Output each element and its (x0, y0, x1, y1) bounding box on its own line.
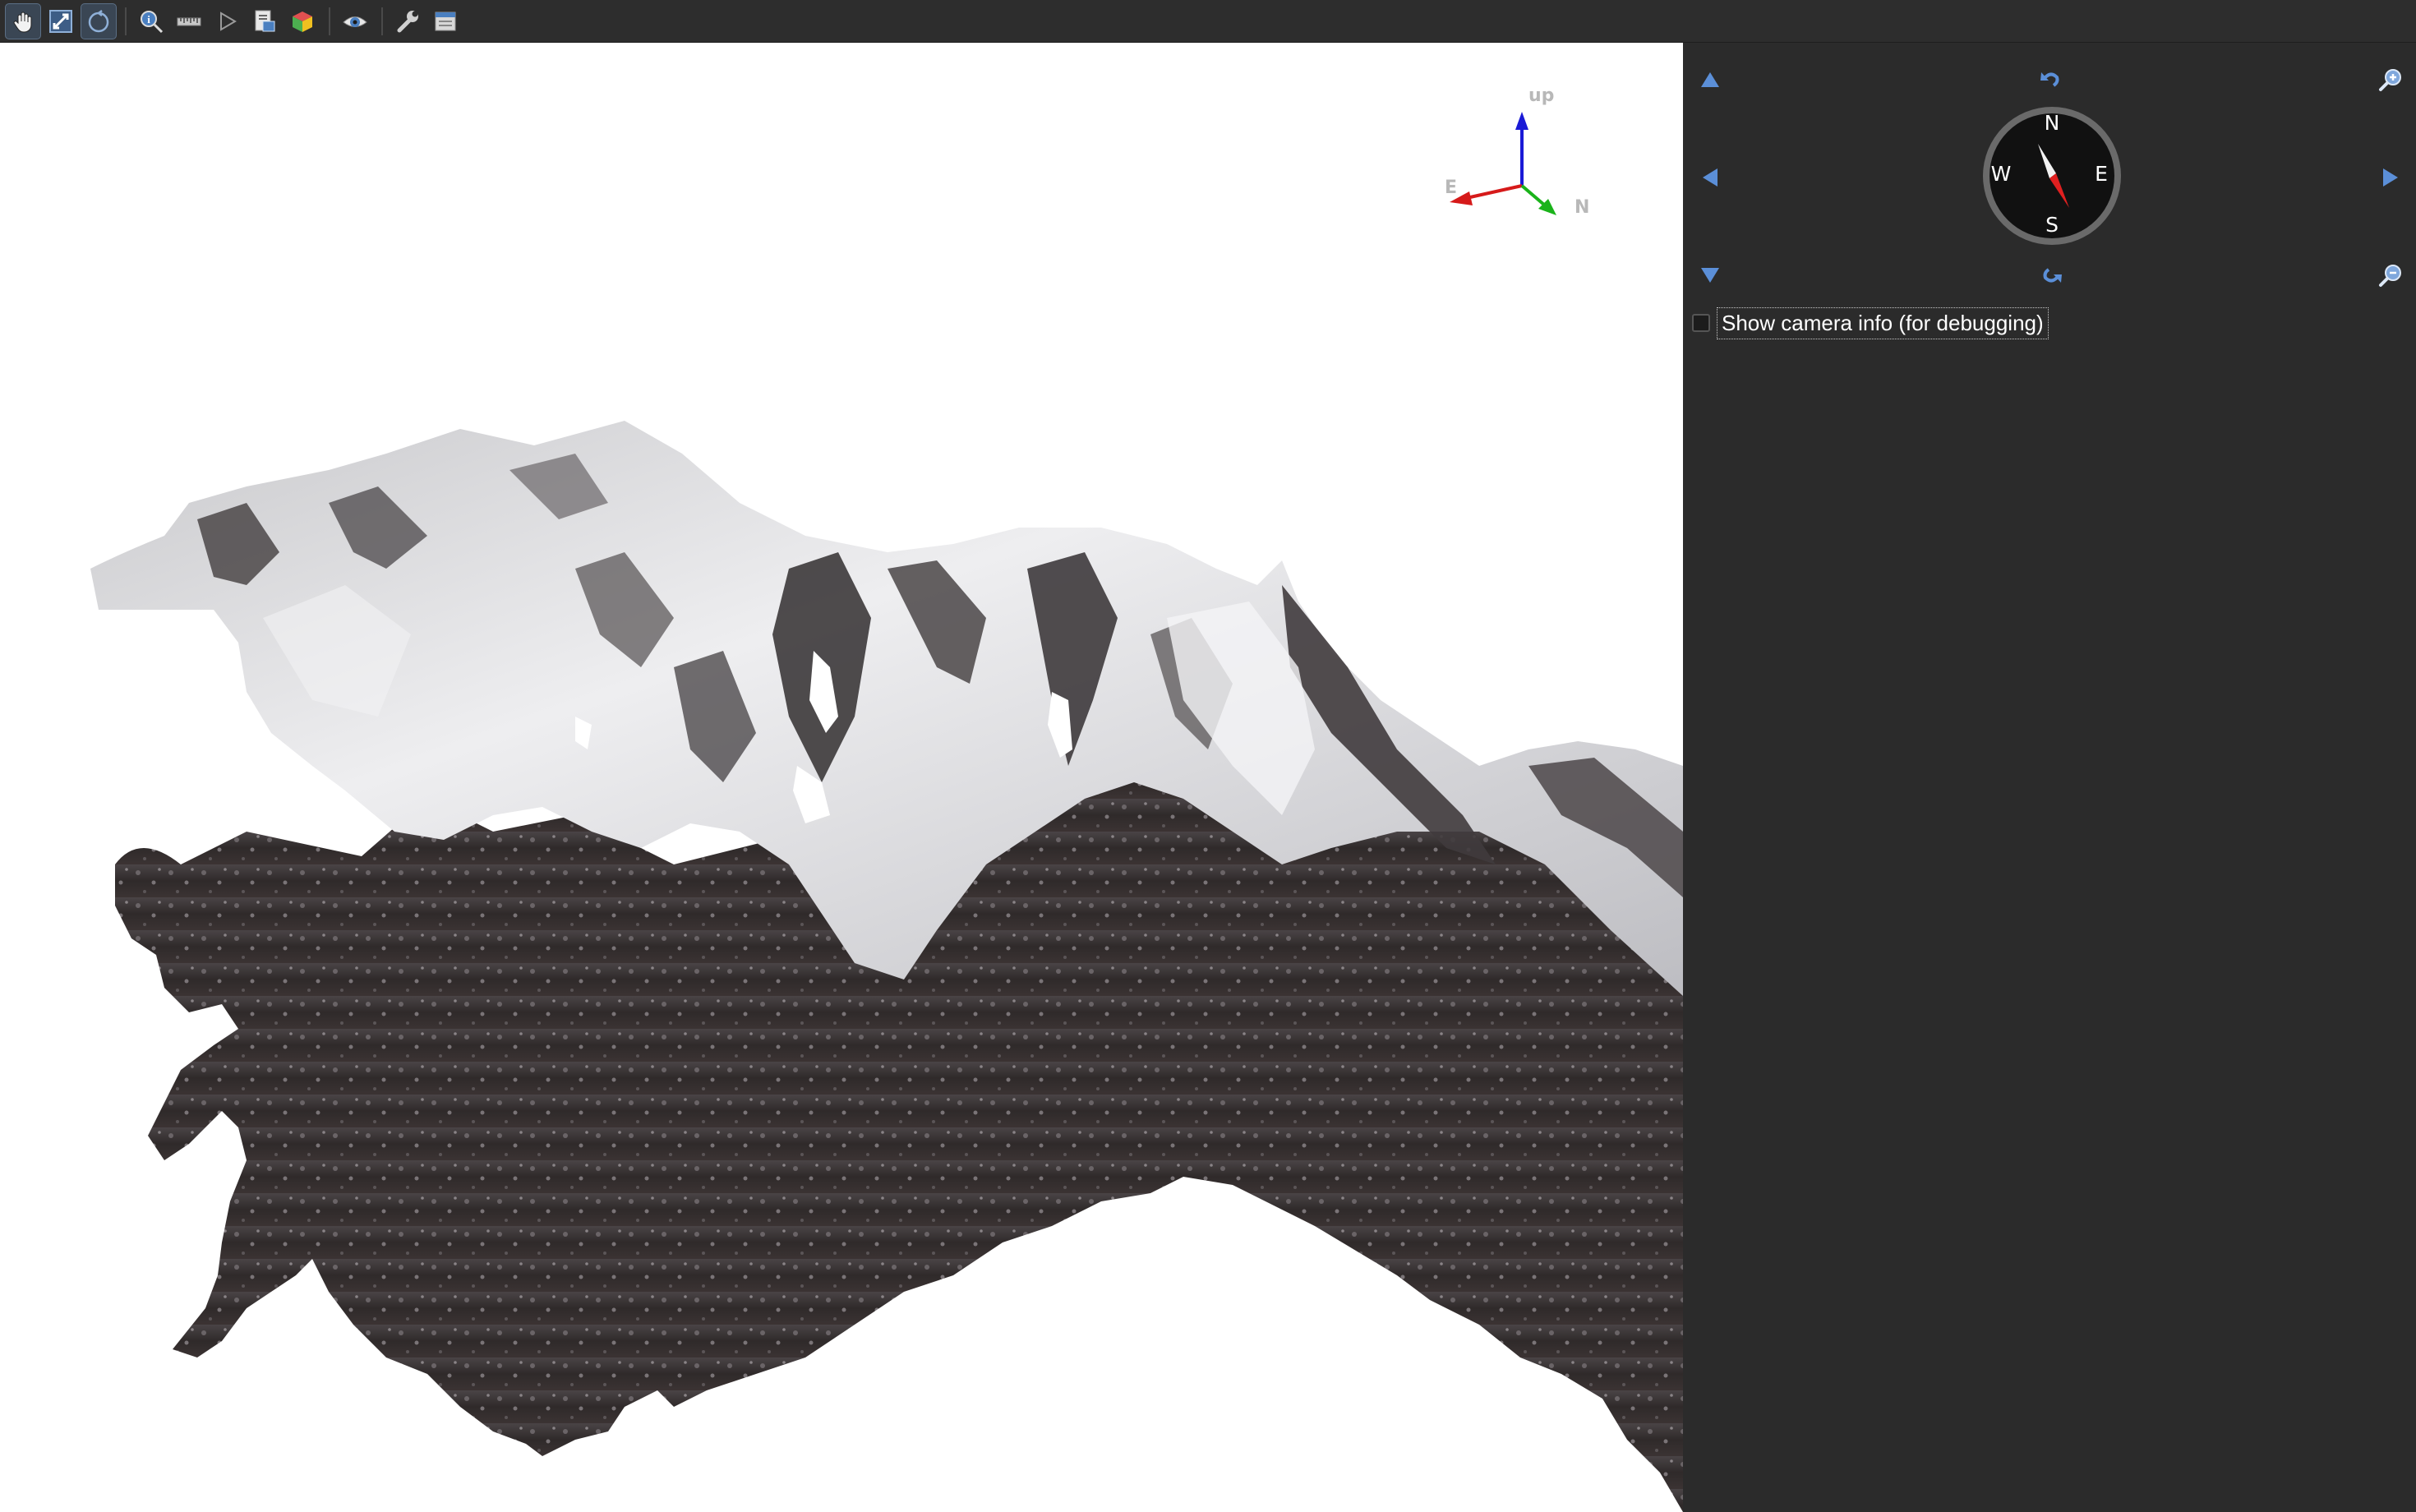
north-axis (1520, 184, 1547, 207)
animation-play-icon (220, 11, 237, 31)
pan-right-button[interactable] (2372, 159, 2409, 196)
east-axis-label: E (1445, 177, 1458, 198)
rotate-ccw-icon (2040, 72, 2059, 87)
zoom-in-button[interactable] (2372, 62, 2409, 98)
triangle-left-icon (1703, 168, 1717, 187)
camera-info-checkbox[interactable] (1692, 314, 1710, 332)
camera-view-button[interactable] (337, 3, 373, 39)
rotate-tool-button[interactable] (81, 2, 117, 39)
zoom-in-icon (2379, 69, 2401, 91)
compass-west-label: W (1990, 162, 2012, 186)
tilt-down-button[interactable] (1692, 257, 1728, 293)
triangle-down-icon (1701, 268, 1719, 283)
identify-tool-button[interactable]: i (133, 3, 169, 39)
toolbar-separator (381, 7, 383, 35)
layers-3d-icon (293, 11, 312, 32)
zoom-out-icon (2379, 265, 2401, 287)
compass-east-label: E (2095, 162, 2108, 186)
up-axis-label: up (1528, 85, 1555, 106)
layers-3d-button[interactable] (284, 3, 320, 39)
navigation-panel: N S E W Show camera info (for debugging) (1683, 43, 2416, 1512)
zoom-out-button[interactable] (2372, 257, 2409, 293)
identify-tool-icon: i (141, 10, 164, 33)
toolbar-separator (329, 7, 330, 35)
settings-wrench-icon (397, 10, 418, 32)
compass-south-label: S (2045, 213, 2059, 237)
rotate-cw-button[interactable] (2033, 257, 2069, 293)
zoom-to-extent-icon (49, 9, 72, 33)
compass[interactable]: N S E W (1980, 104, 2123, 247)
tilt-up-button[interactable] (1692, 62, 1728, 98)
rotate-ccw-button[interactable] (2033, 62, 2069, 98)
export-scene-button[interactable] (427, 3, 463, 39)
settings-wrench-button[interactable] (390, 3, 426, 39)
terrain-mountain-render (90, 421, 1683, 1512)
compass-north-label: N (2044, 111, 2060, 135)
save-image-button[interactable] (247, 3, 283, 39)
rotate-tool-icon (88, 9, 109, 32)
measure-tool-icon (177, 17, 201, 25)
triangle-right-icon (2383, 168, 2398, 187)
pan-tool-button[interactable] (5, 2, 41, 39)
map-3d-viewport[interactable]: up E N (0, 43, 1683, 1512)
zoom-to-extent-button[interactable] (43, 3, 79, 39)
export-scene-icon (435, 12, 456, 30)
up-axis-arrow (1515, 112, 1528, 130)
east-axis (1462, 184, 1523, 201)
north-axis-label: N (1575, 197, 1590, 218)
camera-info-label[interactable]: Show camera info (for debugging) (1717, 307, 2049, 339)
measure-tool-button[interactable] (171, 3, 207, 39)
pan-tool-icon (13, 12, 32, 33)
toolbar: i (0, 0, 2416, 43)
rotate-cw-icon (2043, 268, 2062, 283)
toolbar-separator (125, 7, 127, 35)
camera-view-icon (343, 16, 367, 27)
save-image-icon (255, 10, 275, 31)
camera-info-toggle[interactable]: Show camera info (for debugging) (1692, 305, 2049, 341)
triangle-up-icon (1701, 72, 1719, 87)
svg-text:i: i (147, 13, 150, 25)
orientation-axes: up E N (1430, 76, 1611, 240)
pan-left-button[interactable] (1692, 159, 1728, 196)
animation-play-button[interactable] (209, 3, 245, 39)
